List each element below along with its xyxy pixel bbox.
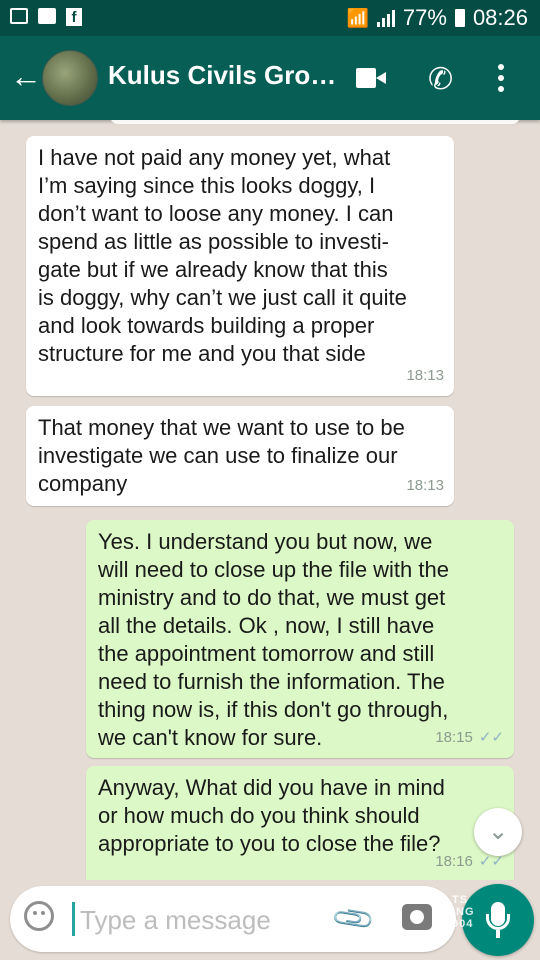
chevron-down-icon: ⌄ <box>487 818 509 845</box>
more-vert-icon[interactable] <box>498 64 506 92</box>
message-time: 18:13 <box>406 477 444 494</box>
emoji-icon[interactable] <box>24 901 54 931</box>
status-bar: f 📶 77% 08:26 <box>0 0 540 36</box>
message-text: I have not paid any money yet, what I’m … <box>38 145 407 366</box>
signal-icon <box>376 9 395 27</box>
camera-icon[interactable] <box>402 904 432 930</box>
status-indicators: 📶 77% 08:26 <box>346 5 528 31</box>
mic-icon-stem <box>496 930 500 938</box>
wifi-icon: 📶 <box>346 7 369 28</box>
gallery-icon <box>10 8 28 24</box>
message-list[interactable]: I have not paid any money yet, what I’m … <box>0 120 540 880</box>
video-call-icon[interactable] <box>356 68 386 88</box>
message-bubble[interactable]: I have not paid any money yet, what I’m … <box>26 136 454 396</box>
message-text: Anyway, What did you have in mind or how… <box>98 775 445 856</box>
clock: 08:26 <box>472 5 528 30</box>
scroll-down-button[interactable]: ⌄ <box>474 808 522 856</box>
message-bubble[interactable]: Anyway, What did you have in mind or how… <box>86 766 514 880</box>
text-cursor <box>72 902 75 936</box>
message-bubble[interactable]: Yes. I understand you but now, we will n… <box>86 520 514 758</box>
message-time: 18:15 ✓✓ <box>435 729 504 746</box>
mic-icon-stand <box>486 914 510 930</box>
chat-title[interactable]: Kulus Civils Grou… <box>108 60 340 91</box>
previous-message-edge <box>110 120 520 124</box>
message-input[interactable] <box>78 900 332 940</box>
message-text: Yes. I understand you but now, we will n… <box>98 529 449 750</box>
message-bubble[interactable]: That money that we want to use to be inv… <box>26 406 454 506</box>
facebook-icon: f <box>66 8 82 26</box>
chat-header: ← Kulus Civils Grou… ✆ <box>0 36 540 120</box>
youtube-icon <box>38 8 56 24</box>
battery-percent: 77% <box>402 5 447 30</box>
arrow-left-icon[interactable]: ← <box>10 58 42 94</box>
message-time: 18:13 <box>406 367 444 384</box>
attach-icon[interactable]: 📎 <box>329 895 377 943</box>
phone-icon[interactable]: ✆ <box>428 62 453 97</box>
message-composer: 📎 <box>10 886 456 952</box>
notification-icons: f <box>10 8 82 26</box>
message-text: That money that we want to use to be inv… <box>38 415 405 496</box>
battery-icon <box>454 9 465 27</box>
group-avatar[interactable] <box>42 50 98 106</box>
watermark: TS ING 004 <box>452 894 475 930</box>
double-check-icon: ✓✓ <box>478 729 504 746</box>
